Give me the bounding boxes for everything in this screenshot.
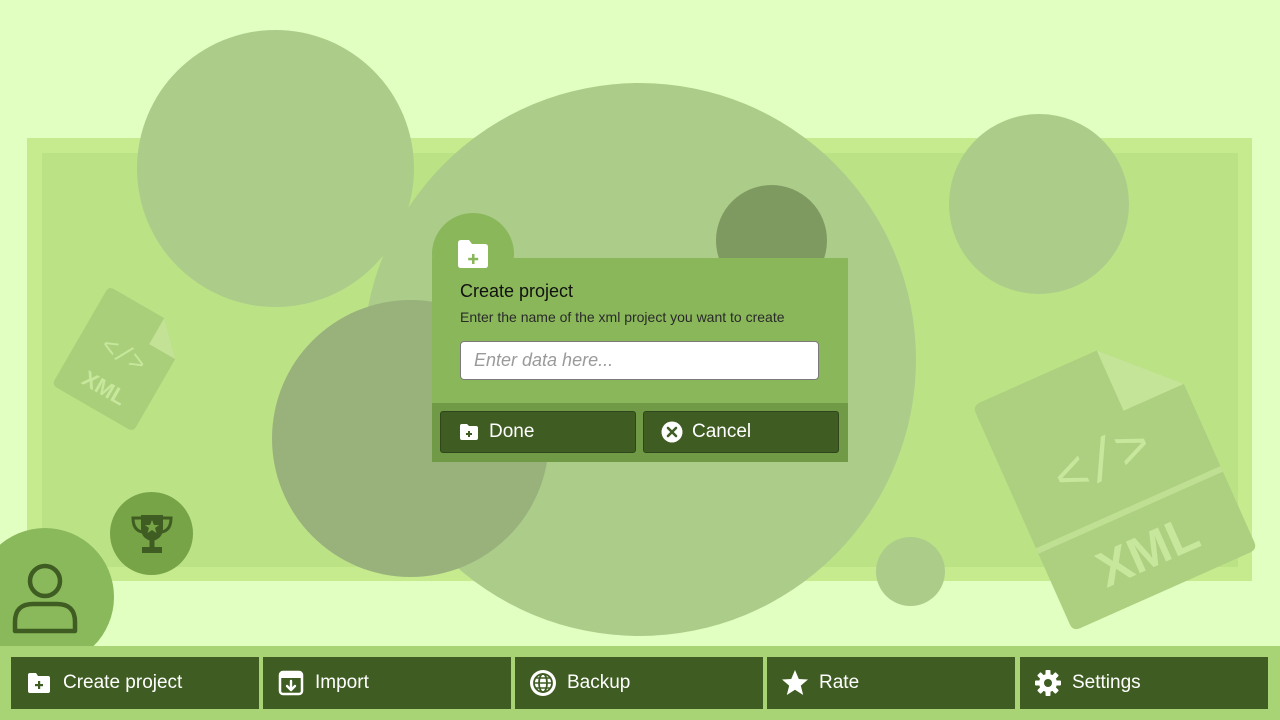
nav-settings-button[interactable]: Settings [1020,657,1268,709]
dialog-title: Create project [460,281,574,301]
dialog-subtitle: Enter the name of the xml project you wa… [460,309,785,325]
nav-import-button[interactable]: Import [263,657,511,709]
import-icon [277,669,305,697]
nav-backup-button[interactable]: Backup [515,657,763,709]
trophy-icon [130,512,174,556]
decor-circle [876,537,945,606]
globe-icon [529,669,557,697]
user-icon [12,562,78,634]
close-circle-icon [660,420,684,444]
folder-plus-icon [457,420,481,444]
project-name-input[interactable] [460,341,819,380]
decor-circle [137,30,414,307]
nav-label: Import [315,672,369,693]
folder-plus-icon [25,669,53,697]
nav-label: Create project [63,672,183,693]
decor-circle [949,114,1129,294]
cancel-button[interactable]: Cancel [643,411,839,453]
done-button-label: Done [489,421,535,442]
nav-rate-button[interactable]: Rate [767,657,1015,709]
nav-label: Backup [567,672,631,693]
done-button[interactable]: Done [440,411,636,453]
folder-plus-icon [456,239,490,269]
cancel-button-label: Cancel [692,421,752,442]
nav-label: Rate [819,672,860,693]
gear-icon [1034,669,1062,697]
nav-create-project-button[interactable]: Create project [11,657,259,709]
star-icon [781,669,809,697]
nav-label: Settings [1072,672,1141,693]
